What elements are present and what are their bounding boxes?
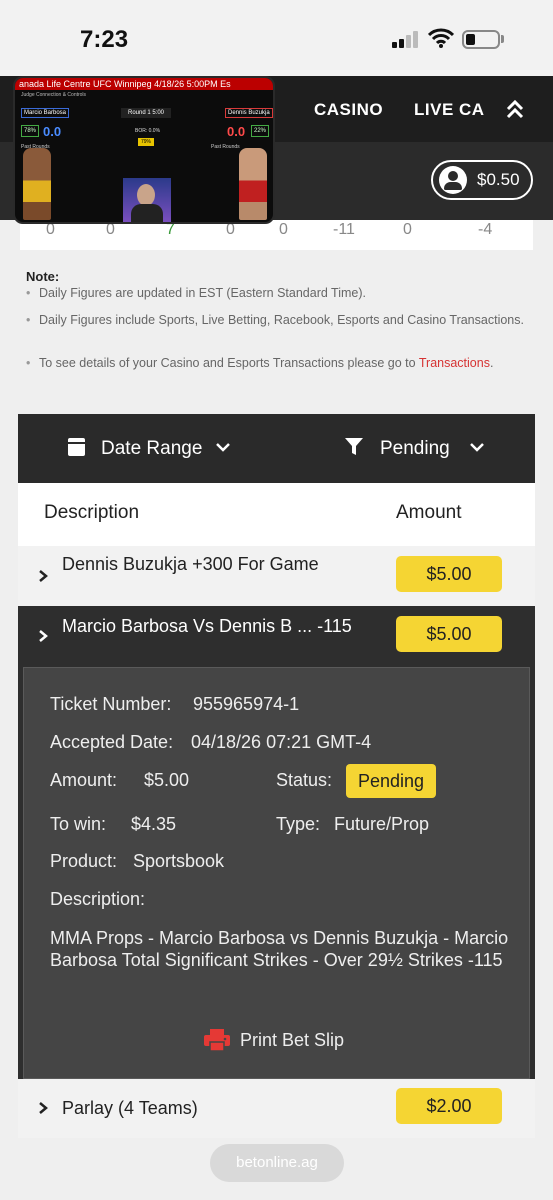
bet-title: Dennis Buzukja +300 For Game xyxy=(62,554,319,574)
battery-tip xyxy=(501,35,504,43)
figure-value: -4 xyxy=(478,221,493,238)
video-ticker: anada Life Centre UFC Winnipeg 4/18/26 5… xyxy=(15,78,273,90)
column-header-description: Description xyxy=(44,502,140,523)
product-value: Sportsbook xyxy=(133,851,225,871)
chevron-down-icon[interactable] xyxy=(470,442,484,452)
video-mid-badge: 79% xyxy=(138,138,154,146)
bet-title: Parlay (4 Teams) xyxy=(62,1098,198,1118)
amount-label: Amount: xyxy=(50,770,118,790)
bet-row[interactable]: Dennis Buzukja +300 For Game $5.00 xyxy=(18,546,535,606)
bet-amount-badge: $5.00 xyxy=(396,556,502,592)
fighter-left-pct: 78% xyxy=(21,125,39,137)
accepted-date-label: Accepted Date: xyxy=(50,732,174,752)
streamer-webcam xyxy=(123,178,171,222)
past-rounds-right: Past Rounds xyxy=(211,144,240,150)
date-range-filter[interactable]: Date Range xyxy=(101,438,202,460)
balance-amount: $0.50 xyxy=(477,170,520,189)
type-value: Future/Prop xyxy=(334,814,430,834)
pip-video-overlay[interactable]: anada Life Centre UFC Winnipeg 4/18/26 5… xyxy=(13,76,275,224)
printer-icon[interactable] xyxy=(204,1029,230,1051)
column-header-amount: Amount xyxy=(396,502,462,523)
description-label: Description: xyxy=(50,889,146,909)
battery-icon xyxy=(462,30,500,49)
wifi-icon xyxy=(428,28,454,48)
filter-icon[interactable] xyxy=(345,438,363,456)
filter-bar: Date Range Pending xyxy=(18,414,535,483)
calendar-icon[interactable] xyxy=(68,438,85,456)
ticket-details: Ticket Number: 955965974-1 Accepted Date… xyxy=(23,667,530,1079)
bet-title: Marcio Barbosa Vs Dennis B ... -115 xyxy=(62,616,352,636)
bet-description: MMA Props - Marcio Barbosa vs Dennis Buz… xyxy=(50,928,509,970)
bet-row[interactable]: Parlay (4 Teams) $2.00 xyxy=(18,1079,535,1138)
amount-value: $5.00 xyxy=(144,770,190,790)
status-time: 7:23 xyxy=(80,26,129,53)
note-title: Note: xyxy=(26,269,60,284)
type-label: Type: xyxy=(276,814,321,834)
fighter-left-score: 0.0 xyxy=(43,124,62,139)
chevron-right-icon[interactable] xyxy=(38,1101,48,1115)
to-win-label: To win: xyxy=(50,814,107,834)
round-indicator: Round 1 5:00 xyxy=(121,108,171,118)
user-icon xyxy=(439,166,467,194)
figure-value: 0 xyxy=(279,221,288,238)
ticket-number: 955965974-1 xyxy=(193,694,300,714)
product-label: Product: xyxy=(50,851,118,871)
accepted-date: 04/18/26 07:21 GMT-4 xyxy=(191,732,372,752)
bet-amount-badge: $5.00 xyxy=(396,616,502,652)
fighter-right-pct: 22% xyxy=(251,125,269,137)
status-filter[interactable]: Pending xyxy=(380,438,450,460)
figure-value: -11 xyxy=(333,221,355,238)
fighter-right-name: Dennis Buzukja xyxy=(225,108,273,118)
transactions-link[interactable]: Transactions xyxy=(419,356,490,370)
video-panel-title: Judge Connection & Controls xyxy=(21,92,87,98)
signal-icon xyxy=(392,30,420,48)
bets-card: Date Range Pending Description Amount De… xyxy=(18,414,535,1138)
status-bar: 7:23 xyxy=(0,0,553,76)
fighter-right-score: 0.0 xyxy=(227,124,246,139)
to-win-value: $4.35 xyxy=(131,814,177,834)
nav-item-live-casino[interactable]: LIVE CA xyxy=(414,100,485,120)
daily-figures-row: 0 0 7 0 0 -11 0 -4 xyxy=(20,220,533,250)
ticket-number-label: Ticket Number: xyxy=(50,694,172,714)
chevron-right-icon[interactable] xyxy=(38,629,48,643)
bet-amount-badge: $2.00 xyxy=(396,1088,502,1124)
video-mid-stat: BOR: 0.0% xyxy=(135,128,161,134)
browser-url-bar[interactable]: betonline.ag xyxy=(210,1144,344,1182)
fighter-left-image xyxy=(23,148,51,220)
figure-value: 0 xyxy=(403,221,412,238)
fighter-left-name: Marcio Barbosa xyxy=(21,108,69,118)
print-bet-slip-button[interactable]: Print Bet Slip xyxy=(240,1030,344,1051)
double-chevron-up-icon[interactable] xyxy=(504,98,526,120)
chevron-down-icon[interactable] xyxy=(216,442,230,452)
status-badge: Pending xyxy=(346,764,436,798)
nav-item-casino[interactable]: CASINO xyxy=(314,100,383,120)
chevron-right-icon[interactable] xyxy=(38,569,48,583)
status-label: Status: xyxy=(276,770,333,790)
balance-button[interactable]: $0.50 xyxy=(431,160,533,200)
fighter-right-image xyxy=(239,148,267,220)
